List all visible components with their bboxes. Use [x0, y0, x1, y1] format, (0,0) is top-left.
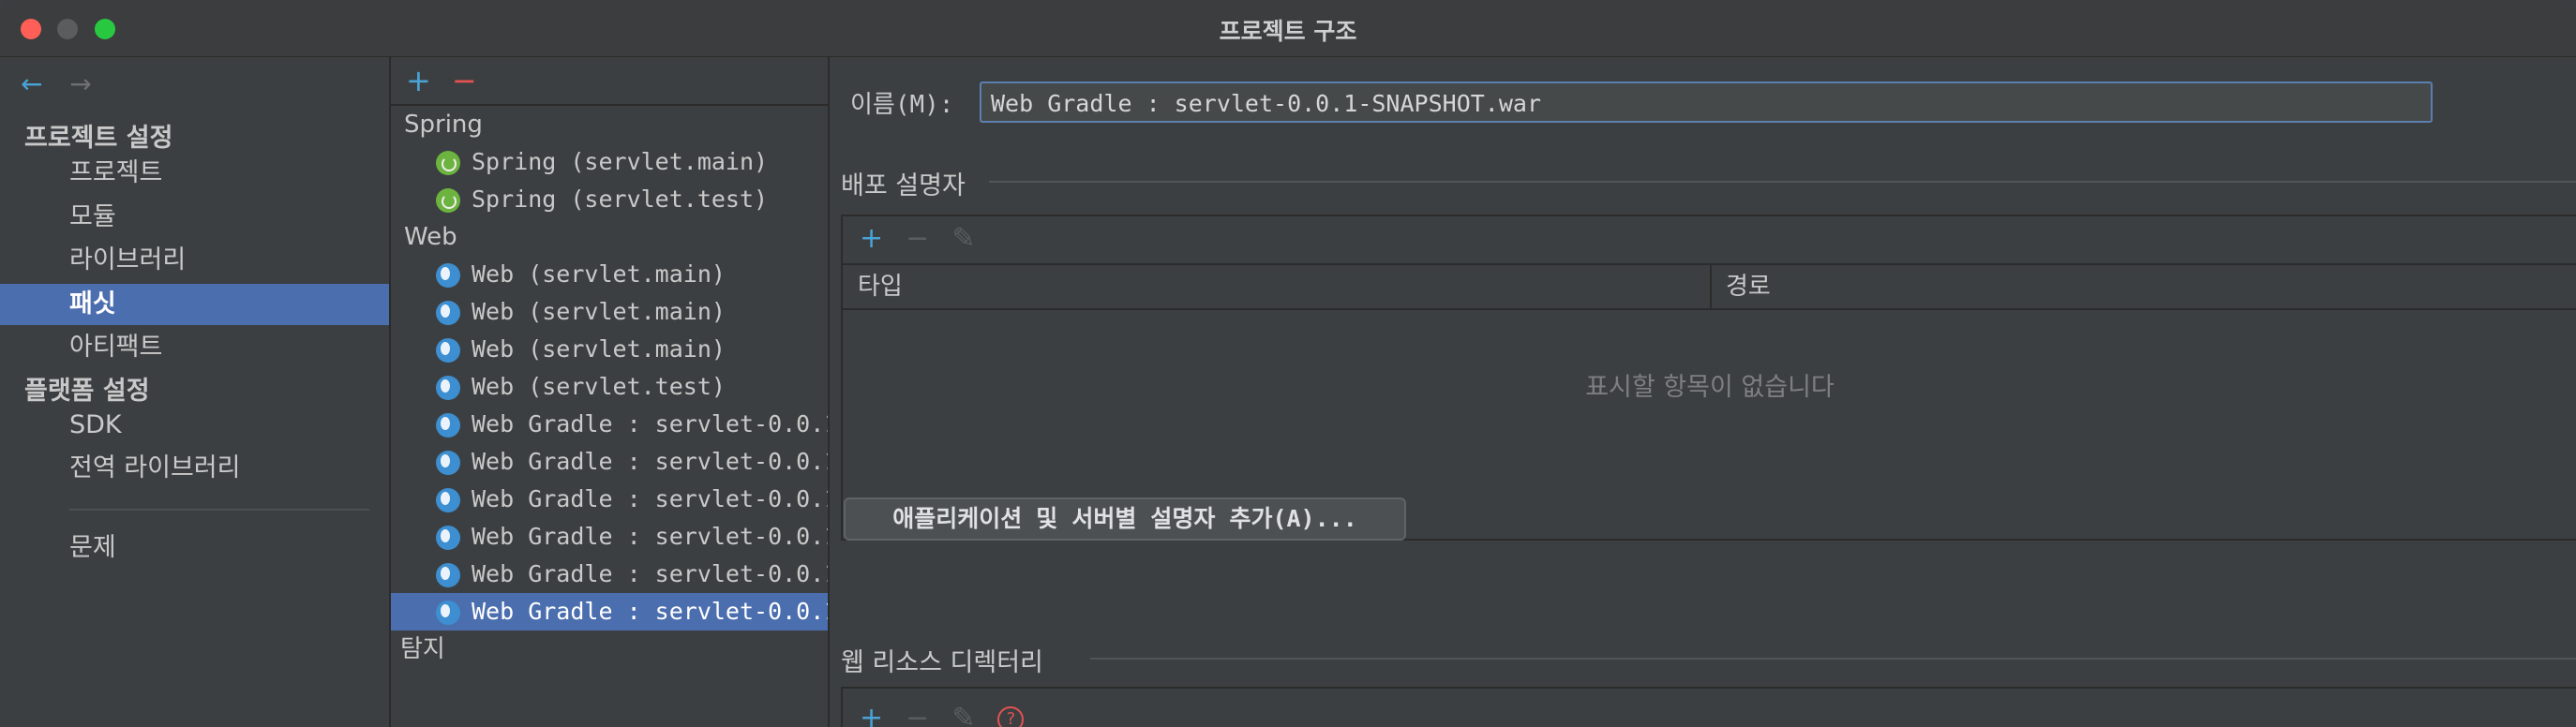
add-facet-icon[interactable]: +	[406, 63, 431, 98]
column-header-type[interactable]: 타입	[858, 265, 903, 308]
edit-pencil-icon[interactable]: ✎	[951, 702, 975, 727]
sidebar-item-project[interactable]: 프로젝트	[0, 153, 389, 194]
tree-item-web-gradle-4[interactable]: Web Gradle : servlet-0.0.1-SNAPSHOT.war	[391, 518, 828, 556]
remove-resource-icon[interactable]: −	[906, 702, 929, 727]
spring-icon	[436, 151, 460, 175]
tree-item-web-1[interactable]: Web (servlet.main)	[391, 256, 828, 293]
project-settings-heading: 프로젝트 설정	[24, 124, 173, 153]
add-descriptor-icon[interactable]: +	[860, 222, 883, 255]
tree-group-web[interactable]: Web	[391, 218, 828, 256]
facet-detail-panel: 이름(M): Web Gradle : servlet-0.0.1-SNAPSH…	[830, 57, 2576, 727]
empty-table-text: 표시할 항목이 없습니다	[1585, 373, 1835, 402]
tree-item-web-2[interactable]: Web (servlet.main)	[391, 293, 828, 331]
tree-item-web-gradle-selected[interactable]: Web Gradle : servlet-0.0.1-SNAPSHOT.war	[391, 593, 828, 631]
sidebar-item-label: 패싯	[69, 289, 116, 319]
window-title: 프로젝트 구조	[1219, 18, 1357, 45]
web-resource-toolbar: + − ✎?	[860, 702, 1046, 727]
sidebar-item-label: 프로젝트	[69, 158, 163, 187]
settings-sidebar: ← → 프로젝트 설정 프로젝트 모듈 라이브러리 패싯 아티팩트 플랫폼 설정…	[0, 57, 391, 727]
section-divider	[1090, 658, 2576, 660]
sidebar-item-label: SDK	[69, 410, 122, 439]
tree-item-label: Web Gradle : servlet-0.0.1-SNAPSHOT.war	[472, 410, 830, 438]
column-header-path[interactable]: 경로	[1726, 265, 1771, 308]
sidebar-divider	[69, 509, 369, 511]
tree-item-web-gradle-1[interactable]: Web Gradle : servlet-0.0.1-SNAPSHOT.war	[391, 406, 828, 443]
platform-settings-heading: 플랫폼 설정	[24, 377, 150, 406]
sidebar-item-sdk[interactable]: SDK	[0, 405, 389, 446]
web-globe-icon	[436, 338, 460, 363]
facet-toolbar: + −	[406, 63, 477, 98]
tree-group-spring[interactable]: Spring	[391, 106, 828, 143]
web-globe-icon	[436, 488, 460, 512]
sidebar-item-libraries[interactable]: 라이브러리	[0, 240, 389, 281]
remove-descriptor-icon[interactable]: −	[906, 222, 929, 255]
web-globe-icon	[436, 601, 460, 625]
tree-group-detection[interactable]: 탐지	[391, 631, 828, 668]
web-globe-icon	[436, 413, 460, 438]
name-label: 이름(M):	[850, 91, 954, 119]
web-globe-icon	[436, 526, 460, 550]
tree-item-label: Web Gradle : servlet-0.0.1-SNAPSHOT.war	[472, 485, 830, 512]
sidebar-item-label: 전역 라이브러리	[69, 453, 241, 482]
tree-item-label: Web Gradle : servlet-0.0.1-SNAPSHOT.war	[472, 560, 830, 587]
sidebar-item-label: 모듈	[69, 202, 116, 231]
sidebar-item-facets[interactable]: 패싯	[0, 284, 389, 325]
tree-item-web-4[interactable]: Web (servlet.test)	[391, 368, 828, 406]
sidebar-item-label: 문제	[69, 533, 116, 562]
tree-item-label: Web Gradle : servlet-0.0.1-SNAPSHOT.war	[472, 448, 830, 475]
web-globe-icon	[436, 451, 460, 475]
edit-pencil-icon[interactable]: ✎	[951, 222, 975, 255]
web-globe-icon	[436, 263, 460, 288]
descriptors-table-header: 타입 경로	[843, 263, 2576, 310]
sidebar-item-label: 아티팩트	[69, 333, 163, 362]
tree-item-label: Spring (servlet.main)	[472, 148, 769, 175]
sidebar-item-label: 라이브러리	[69, 245, 187, 274]
forward-arrow-icon[interactable]: →	[69, 68, 91, 99]
name-field[interactable]: Web Gradle : servlet-0.0.1-SNAPSHOT.war	[980, 82, 2433, 123]
web-resource-directories-title: 웹 리소스 디렉터리	[841, 648, 1043, 677]
tree-item-spring-test[interactable]: Spring (servlet.test)	[391, 181, 828, 218]
project-structure-window: 프로젝트 구조 ← → 프로젝트 설정 프로젝트 모듈 라이브러리 패싯 아티팩…	[0, 0, 2576, 727]
descriptors-table-panel: + − ✎ 타입 경로 표시할 항목이 없습니다	[841, 215, 2576, 541]
tree-item-label: Web (servlet.main)	[472, 298, 726, 325]
web-globe-icon	[436, 563, 460, 587]
web-resource-panel	[841, 687, 2576, 727]
tree-item-spring-main[interactable]: Spring (servlet.main)	[391, 143, 828, 181]
help-icon[interactable]: ?	[997, 705, 1025, 727]
sidebar-item-artifacts[interactable]: 아티팩트	[0, 327, 389, 368]
tree-item-label: Web Gradle : servlet-0.0.1-SNAPSHOT.war	[472, 523, 830, 550]
title-bar: 프로젝트 구조	[0, 0, 2576, 57]
deployment-descriptors-title: 배포 설명자	[841, 171, 966, 200]
web-globe-icon	[436, 376, 460, 400]
nav-arrows: ← →	[21, 68, 111, 99]
tree-item-web-3[interactable]: Web (servlet.main)	[391, 331, 828, 368]
sidebar-item-modules[interactable]: 모듈	[0, 197, 389, 238]
add-descriptor-button[interactable]: 애플리케이션 및 서버별 설명자 추가(A)...	[844, 497, 1406, 541]
back-arrow-icon[interactable]: ←	[21, 68, 42, 99]
tree-group-label: Spring	[404, 111, 483, 139]
sidebar-item-problems[interactable]: 문제	[0, 527, 389, 569]
descriptors-toolbar: + − ✎	[860, 222, 997, 255]
facet-tree-panel: + − Spring Spring (servlet.main) Spring (…	[391, 57, 830, 727]
sidebar-item-global-libraries[interactable]: 전역 라이브러리	[0, 448, 389, 489]
add-resource-icon[interactable]: +	[860, 702, 883, 727]
tree-group-label: Web	[404, 223, 457, 251]
tree-item-web-gradle-2[interactable]: Web Gradle : servlet-0.0.1-SNAPSHOT.war	[391, 443, 828, 481]
web-globe-icon	[436, 301, 460, 325]
tree-item-web-gradle-3[interactable]: Web Gradle : servlet-0.0.1-SNAPSHOT.war	[391, 481, 828, 518]
column-separator	[1710, 265, 1712, 308]
tree-item-label: Web (servlet.main)	[472, 260, 726, 288]
tree-item-label: Spring (servlet.test)	[472, 185, 769, 213]
tree-item-web-gradle-5[interactable]: Web Gradle : servlet-0.0.1-SNAPSHOT.war	[391, 556, 828, 593]
section-divider	[989, 181, 2576, 183]
tree-item-label: Web (servlet.main)	[472, 335, 726, 363]
remove-facet-icon[interactable]: −	[452, 63, 477, 98]
spring-icon	[436, 188, 460, 213]
tree-item-label: Web (servlet.test)	[472, 373, 726, 400]
tree-group-label: 탐지	[400, 635, 445, 663]
tree-item-label: Web Gradle : servlet-0.0.1-SNAPSHOT.war	[472, 598, 830, 625]
